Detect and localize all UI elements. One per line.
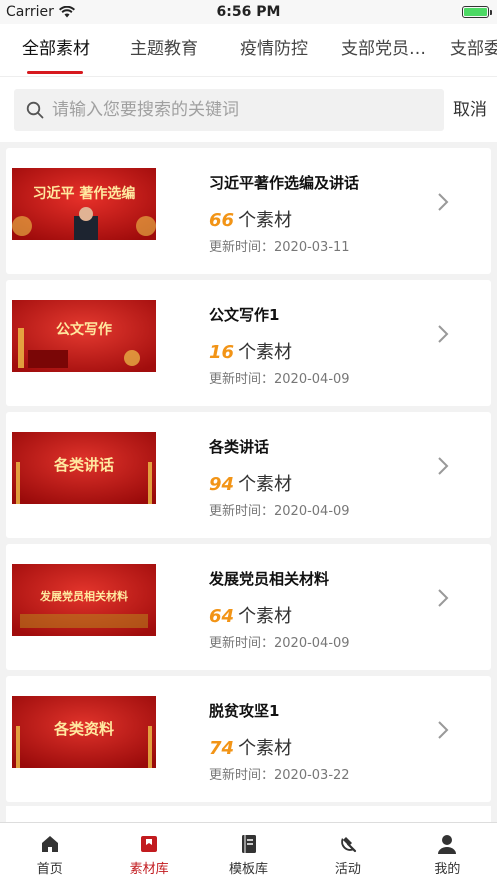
category-tabs: 全部素材 主题教育 疫情防控 支部党员… 支部委 bbox=[0, 24, 497, 76]
material-title: 脱贫攻坚1 bbox=[209, 702, 280, 720]
thumbnail-caption: 各类讲话 bbox=[53, 456, 114, 474]
nav-label: 首页 bbox=[36, 862, 63, 877]
tab-all-materials[interactable]: 全部素材 bbox=[22, 24, 90, 76]
material-title: 习近平著作选编及讲话 bbox=[209, 174, 360, 192]
bottom-nav: 首页 素材库 模板库 活动 我的 bbox=[0, 822, 497, 883]
nav-profile[interactable]: 我的 bbox=[398, 823, 497, 883]
list-item[interactable]: 各类讲话 各类讲话 94 个素材 更新时间：2020-04-09 bbox=[6, 412, 491, 538]
count-label: 个素材 bbox=[238, 342, 293, 363]
material-count: 16 个素材 bbox=[209, 338, 292, 364]
list-item[interactable]: 习近平 著作选编 习近平著作选编及讲话 66 个素材 更新时间：2020-03-1… bbox=[6, 148, 491, 274]
chevron-right-icon bbox=[438, 721, 449, 739]
tab-branch-members[interactable]: 支部党员… bbox=[341, 24, 426, 76]
nav-library[interactable]: 素材库 bbox=[99, 823, 198, 883]
count-label: 个素材 bbox=[238, 210, 293, 231]
search-bar: 取消 bbox=[0, 76, 497, 142]
count-number: 94 bbox=[209, 474, 235, 495]
nav-label: 活动 bbox=[334, 862, 361, 877]
chevron-right-icon bbox=[438, 589, 449, 607]
material-title: 发展党员相关材料 bbox=[209, 570, 330, 588]
update-time: 更新时间：2020-04-09 bbox=[209, 372, 350, 387]
nav-home[interactable]: 首页 bbox=[0, 823, 99, 883]
nav-templates[interactable]: 模板库 bbox=[199, 823, 298, 883]
template-icon bbox=[241, 835, 256, 853]
list-item[interactable]: 公文写作 公文写作1 16 个素材 更新时间：2020-04-09 bbox=[6, 280, 491, 406]
status-bar: Carrier 6:56 PM bbox=[0, 0, 497, 24]
thumbnail-caption: 公文写作 bbox=[56, 321, 112, 338]
material-count: 74 个素材 bbox=[209, 734, 292, 760]
material-thumbnail: 各类讲话 bbox=[12, 432, 156, 504]
search-box[interactable] bbox=[14, 89, 444, 131]
nav-label: 模板库 bbox=[229, 862, 269, 877]
nav-label: 我的 bbox=[434, 862, 461, 877]
count-label: 个素材 bbox=[238, 606, 293, 627]
search-input[interactable] bbox=[52, 100, 412, 120]
home-icon bbox=[41, 836, 58, 852]
material-thumbnail: 各类资料 bbox=[12, 696, 156, 768]
list-item[interactable]: 各类资料 脱贫攻坚1 74 个素材 更新时间：2020-03-22 bbox=[6, 676, 491, 802]
nav-label: 素材库 bbox=[129, 862, 169, 877]
chevron-right-icon bbox=[438, 325, 449, 343]
thumbnail-caption: 习近平 著作选编 bbox=[33, 185, 136, 202]
chevron-right-icon bbox=[438, 457, 449, 475]
status-time: 6:56 PM bbox=[216, 4, 281, 20]
update-time: 更新时间：2020-03-22 bbox=[209, 768, 350, 783]
search-icon bbox=[26, 101, 44, 119]
update-time: 更新时间：2020-04-09 bbox=[209, 504, 350, 519]
activity-icon bbox=[341, 837, 357, 853]
material-title: 公文写作1 bbox=[209, 306, 280, 324]
count-label: 个素材 bbox=[238, 738, 293, 759]
count-number: 74 bbox=[209, 738, 235, 759]
material-count: 66 个素材 bbox=[209, 206, 292, 232]
update-time: 更新时间：2020-03-11 bbox=[209, 240, 350, 255]
material-title: 各类讲话 bbox=[209, 438, 270, 456]
count-number: 66 bbox=[209, 210, 235, 231]
library-icon bbox=[141, 836, 158, 852]
thumbnail-caption: 发展党员相关材料 bbox=[39, 589, 128, 603]
count-number: 16 bbox=[209, 342, 235, 363]
material-thumbnail: 习近平 著作选编 bbox=[12, 168, 156, 240]
list-item[interactable]: 发展党员相关材料 发展党员相关材料 64 个素材 更新时间：2020-04-09 bbox=[6, 544, 491, 670]
thumbnail-caption: 各类资料 bbox=[53, 720, 114, 738]
count-number: 64 bbox=[209, 606, 235, 627]
material-count: 64 个素材 bbox=[209, 602, 292, 628]
active-tab-indicator bbox=[27, 71, 83, 74]
battery-icon bbox=[462, 6, 492, 18]
count-label: 个素材 bbox=[238, 474, 293, 495]
profile-icon bbox=[438, 835, 457, 854]
chevron-right-icon bbox=[438, 193, 449, 211]
cancel-button[interactable]: 取消 bbox=[453, 89, 487, 131]
material-count: 94 个素材 bbox=[209, 470, 292, 496]
tab-theme-education[interactable]: 主题教育 bbox=[130, 24, 198, 76]
material-thumbnail: 发展党员相关材料 bbox=[12, 564, 156, 636]
tab-branch-committee[interactable]: 支部委 bbox=[450, 24, 497, 76]
material-thumbnail: 公文写作 bbox=[12, 300, 156, 372]
tab-epidemic-prevention[interactable]: 疫情防控 bbox=[240, 24, 308, 76]
update-time: 更新时间：2020-04-09 bbox=[209, 636, 350, 651]
nav-activity[interactable]: 活动 bbox=[298, 823, 397, 883]
